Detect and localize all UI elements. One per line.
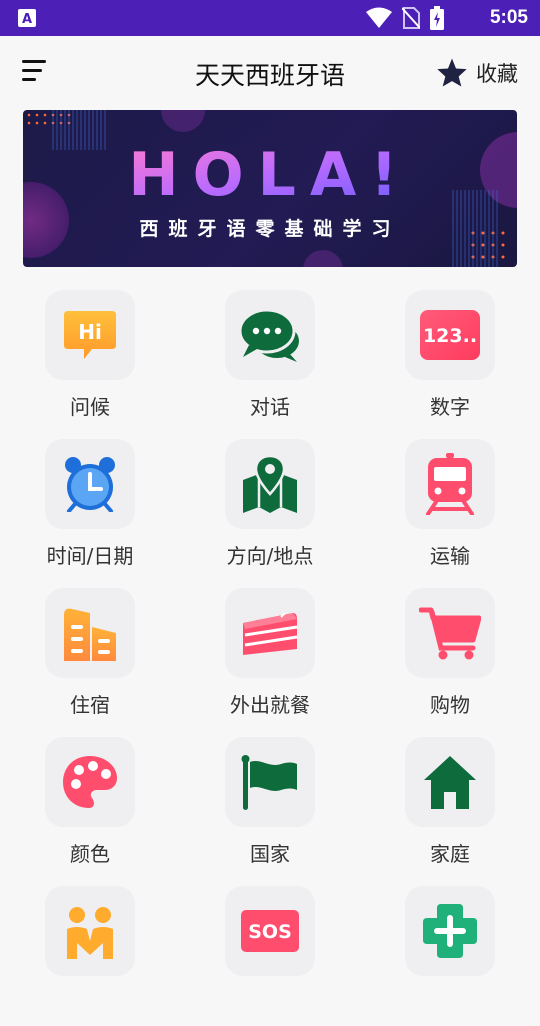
- category-directions[interactable]: 方向/地点: [195, 439, 345, 579]
- tile-icon-box: [405, 886, 495, 976]
- menu-button[interactable]: [22, 60, 48, 86]
- numbers-123-icon: 123..: [420, 310, 480, 360]
- health-cross-icon: [423, 904, 477, 958]
- category-colors[interactable]: 颜色: [15, 737, 165, 877]
- category-family[interactable]: 家庭: [375, 737, 525, 877]
- sos-icon: SOS: [241, 910, 299, 952]
- tile-icon-box: [45, 588, 135, 678]
- star-icon: [437, 58, 467, 87]
- family-people-icon: [67, 907, 113, 959]
- cake-icon: [243, 612, 298, 655]
- category-conversation[interactable]: 对话: [195, 290, 345, 430]
- category-label: 外出就餐: [230, 693, 310, 717]
- alarm-clock-icon: [65, 457, 115, 512]
- shopping-cart-icon: [419, 607, 481, 660]
- tile-icon-box: [405, 439, 495, 529]
- train-icon: [426, 453, 474, 515]
- category-label: 购物: [430, 693, 470, 717]
- battery-icon: [430, 6, 444, 30]
- category-label: 时间/日期: [46, 544, 134, 568]
- category-health[interactable]: [375, 886, 525, 1026]
- menu-icon-line: [22, 69, 42, 72]
- svg-text:123..: 123..: [423, 325, 477, 347]
- app-bar: 天天西班牙语 收藏: [0, 36, 540, 110]
- category-numbers[interactable]: 123.. 数字: [375, 290, 525, 430]
- svg-text:A: A: [22, 12, 32, 27]
- tile-icon-box: [225, 588, 315, 678]
- promo-banner[interactable]: HOLA! 西班牙语零基础学习: [23, 110, 517, 267]
- wifi-icon: [366, 7, 392, 28]
- favorites-button[interactable]: 收藏: [436, 57, 518, 88]
- banner-subtitle: 西班牙语零基础学习: [139, 218, 401, 240]
- house-icon: [424, 756, 476, 809]
- status-bar: A 5:05: [0, 0, 540, 36]
- tile-icon-box: [405, 588, 495, 678]
- category-label: 数字: [430, 395, 470, 419]
- tile-icon-box: [45, 737, 135, 827]
- tile-icon-box: [225, 290, 315, 380]
- map-pin-icon: [243, 454, 297, 513]
- tile-icon-box: [225, 737, 315, 827]
- category-label: 运输: [430, 544, 470, 568]
- category-label: 方向/地点: [226, 544, 314, 568]
- app-notification-icon: A: [18, 9, 36, 27]
- chat-bubbles-icon: [239, 308, 299, 362]
- building-icon: [64, 608, 116, 661]
- category-label: 对话: [250, 395, 290, 419]
- category-accommodation[interactable]: 住宿: [15, 588, 165, 728]
- tile-icon-box: [45, 439, 135, 529]
- svg-text:SOS: SOS: [248, 921, 292, 943]
- category-label: 颜色: [70, 842, 110, 866]
- menu-icon: [22, 60, 46, 63]
- category-time-date[interactable]: 时间/日期: [15, 439, 165, 579]
- category-transport[interactable]: 运输: [375, 439, 525, 579]
- palette-icon: [63, 756, 117, 808]
- category-countries[interactable]: 国家: [195, 737, 345, 877]
- tile-icon-box: [45, 886, 135, 976]
- banner-headline: HOLA!: [128, 140, 411, 210]
- favorites-label: 收藏: [476, 61, 518, 86]
- menu-icon-line: [22, 78, 36, 81]
- tile-icon-box: 123..: [405, 290, 495, 380]
- category-dining-out[interactable]: 外出就餐: [195, 588, 345, 728]
- category-people[interactable]: [15, 886, 165, 1026]
- category-emergency[interactable]: SOS: [195, 886, 345, 1026]
- category-label: 住宿: [70, 693, 110, 717]
- no-sim-icon: [402, 7, 420, 29]
- category-label: 问候: [70, 395, 110, 419]
- tile-icon-box: SOS: [225, 886, 315, 976]
- banner-art: HOLA!: [23, 110, 517, 267]
- status-time: 5:05: [489, 7, 528, 28]
- category-shopping[interactable]: 购物: [375, 588, 525, 728]
- tile-icon-box: Hi: [45, 290, 135, 380]
- category-label: 国家: [250, 842, 290, 866]
- category-greetings[interactable]: Hi 问候: [15, 290, 165, 430]
- category-label: 家庭: [430, 842, 470, 866]
- flag-icon: [241, 755, 297, 810]
- tile-icon-box: [225, 439, 315, 529]
- tile-icon-box: [405, 737, 495, 827]
- hi-speech-bubble-icon: Hi: [64, 311, 116, 359]
- status-icons: [366, 6, 444, 30]
- svg-text:Hi: Hi: [78, 320, 102, 344]
